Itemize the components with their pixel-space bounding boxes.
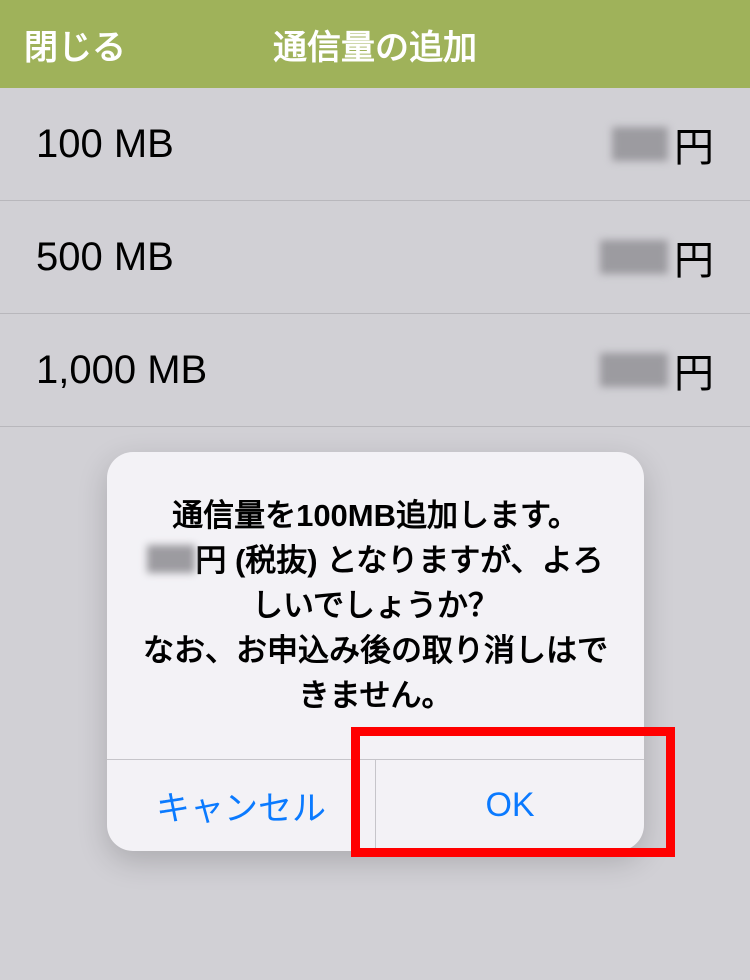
dialog-button-row: キャンセル OK [107, 759, 644, 851]
dialog-line-3: なお、お申込み後の取り消しはできません。 [143, 633, 608, 713]
dialog-line-1: 通信量を100MB追加します。 [172, 498, 579, 533]
confirmation-dialog: 通信量を100MB追加します。 円 (税抜) となりますが、よろしいでしょうか？… [107, 452, 644, 851]
ok-button[interactable]: OK [375, 760, 644, 851]
dialog-backdrop: 通信量を100MB追加します。 円 (税抜) となりますが、よろしいでしょうか？… [0, 0, 750, 980]
cancel-button[interactable]: キャンセル [107, 760, 375, 851]
censored-price [147, 545, 195, 573]
dialog-message: 通信量を100MB追加します。 円 (税抜) となりますが、よろしいでしょうか？… [107, 452, 644, 759]
dialog-line-2-after: 円 (税抜) となりますが、よろしいでしょうか？ [195, 543, 603, 623]
